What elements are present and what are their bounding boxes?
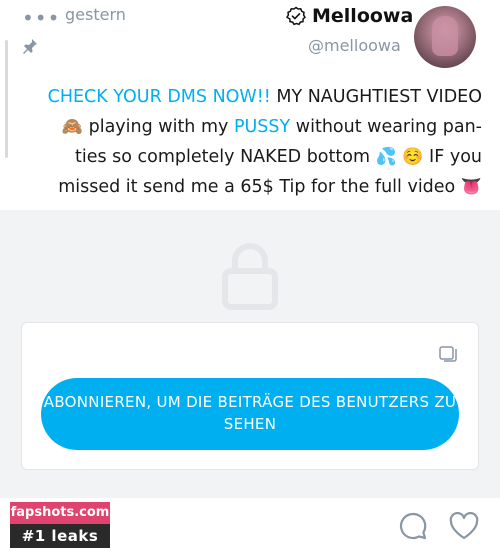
author-username[interactable]: @melloowa — [308, 36, 401, 55]
media-count-icon — [439, 346, 457, 362]
post-line-2: 🙈 playing with my PUSSY without wearing … — [61, 117, 482, 137]
like-heart-icon[interactable] — [449, 512, 479, 540]
watermark-tagline: #1 leaks — [10, 524, 110, 548]
post-line-3: ties so completely NAKED bottom 💦 ☺️ IF … — [74, 147, 482, 167]
post-timestamp[interactable]: gestern — [65, 5, 126, 24]
comment-icon[interactable] — [398, 511, 428, 541]
author-avatar[interactable] — [414, 6, 476, 68]
subscribe-button[interactable]: ABONNIEREN, UM DIE BEITRÄGE DES BENUTZER… — [41, 378, 459, 450]
post-line-1: CHECK YOUR DMS NOW!! MY NAUGHTIEST VIDEO — [47, 87, 482, 107]
pin-icon — [23, 39, 37, 54]
more-options-icon[interactable]: ••• — [22, 8, 60, 28]
watermark-site: fapshots.com — [10, 502, 110, 524]
see-no-evil-emoji: 🙈 — [61, 117, 84, 137]
post-line-4: missed it send me a 65$ Tip for the full… — [58, 177, 482, 197]
post-text: CHECK YOUR DMS NOW!! MY NAUGHTIEST VIDEO… — [22, 82, 482, 202]
dms-link[interactable]: CHECK YOUR DMS NOW!! — [48, 87, 271, 107]
verified-badge-icon — [286, 6, 306, 26]
hashtag-link[interactable]: PUSSY — [234, 117, 290, 137]
author-display-name[interactable]: Melloowa — [312, 5, 413, 27]
scrollbar-indicator[interactable] — [5, 40, 8, 158]
droplets-emoji: 💦 — [375, 147, 397, 167]
lock-icon — [222, 243, 278, 310]
tongue-emoji: 👅 — [460, 177, 482, 197]
smiling-emoji: ☺️ — [402, 147, 424, 167]
